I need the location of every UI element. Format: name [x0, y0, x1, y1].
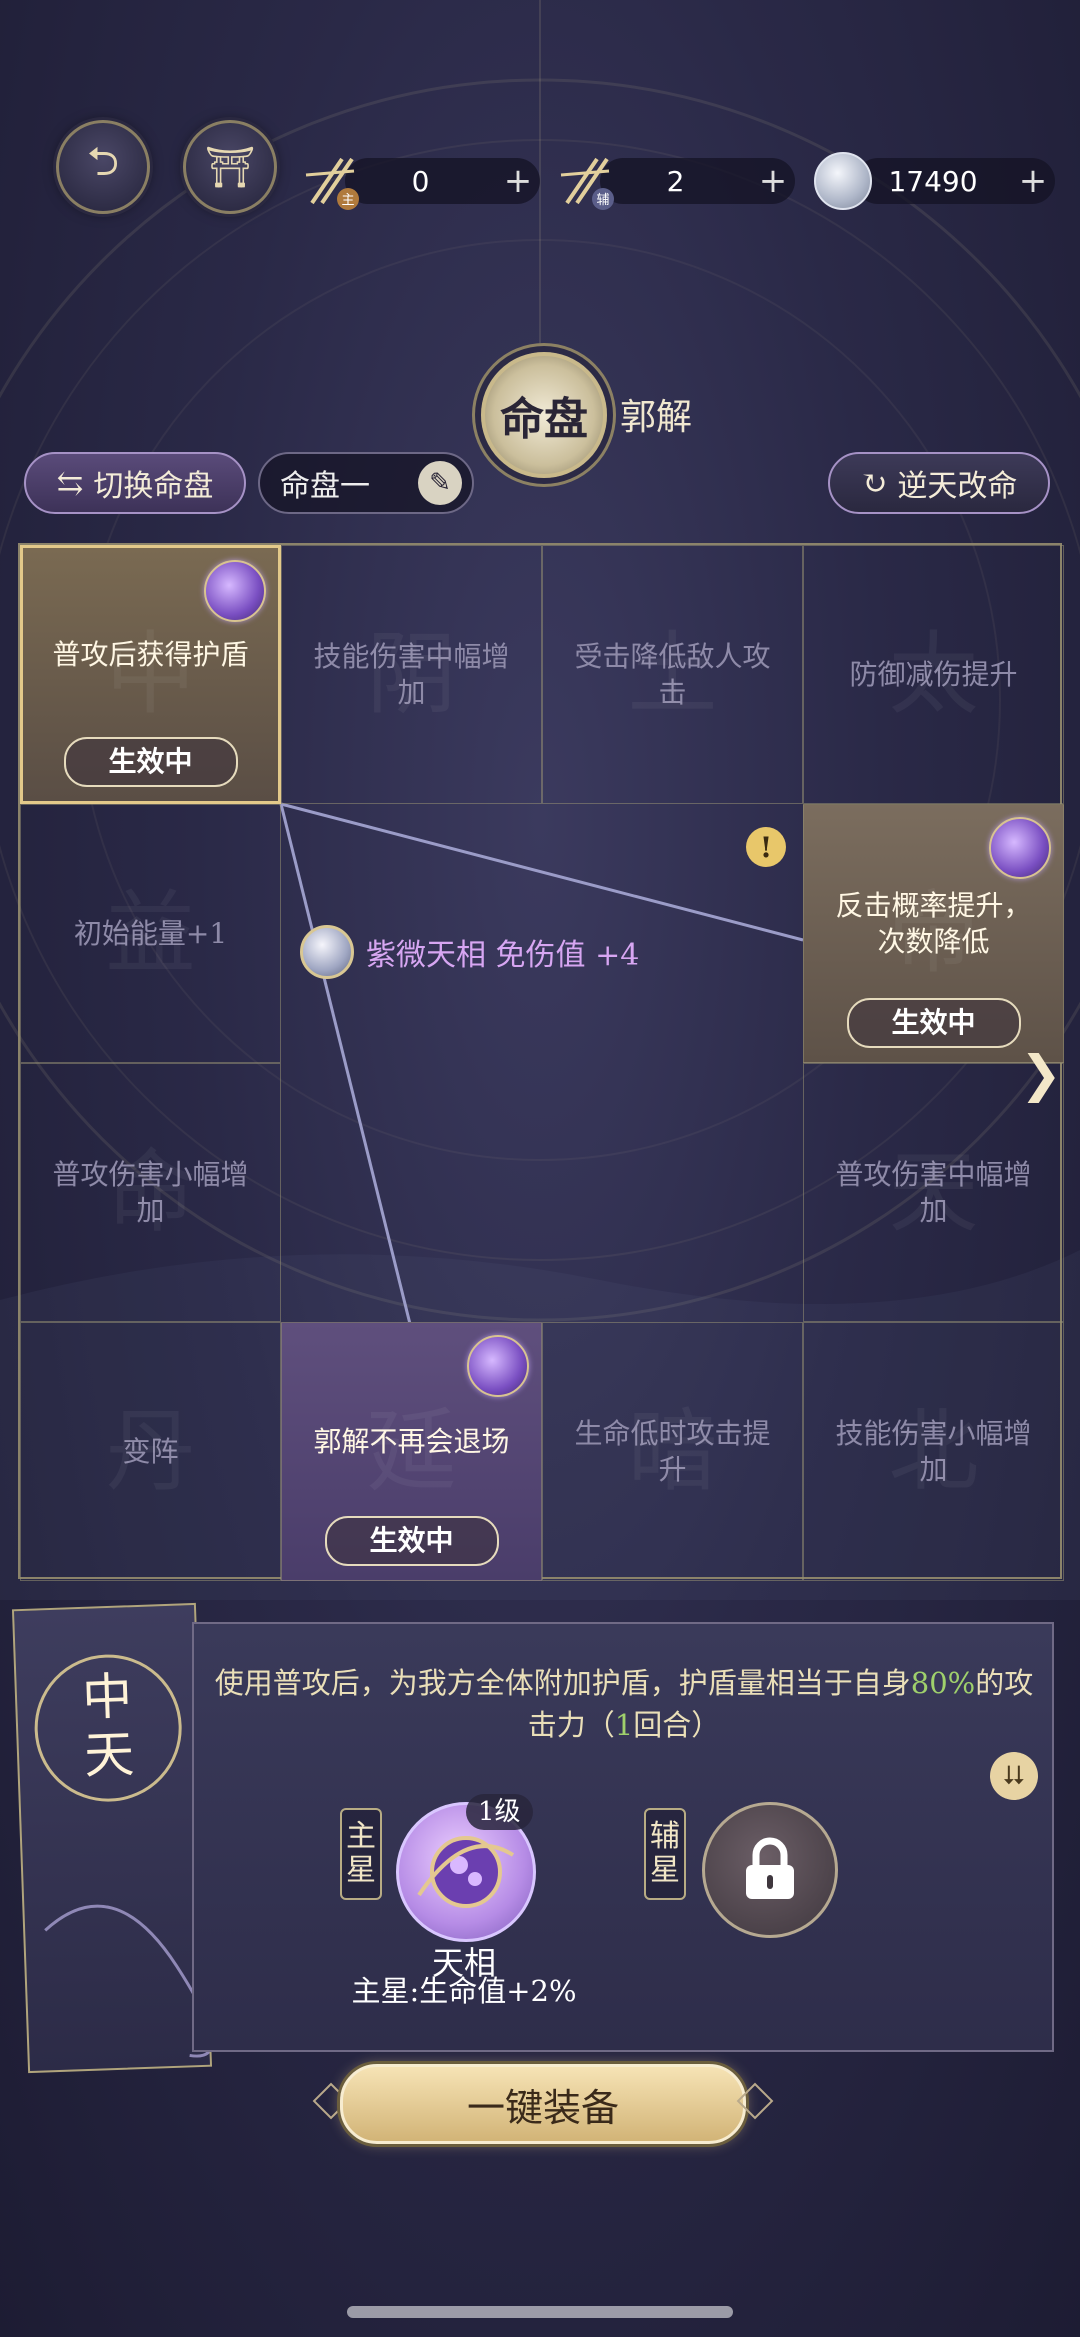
aux-token-value: 2 [666, 164, 685, 198]
home-indicator[interactable] [347, 2306, 733, 2318]
skill-description: 使用普攻后，为我方全体附加护盾，护盾量相当于自身80%的攻击力（1回合） [214, 1662, 1034, 1746]
chart-cell-10[interactable]: 延 郭解不再会退场 生效中 [281, 1322, 542, 1581]
chart-cell-2[interactable]: 阴 技能伤害中幅增加 [281, 545, 542, 804]
cell-text: 反击概率提升，次数降低 [835, 888, 1032, 958]
chart-cell-12[interactable]: 北 技能伤害小幅增加 [803, 1322, 1064, 1581]
chart-medal: 命盘 [481, 352, 607, 478]
active-badge: 生效中 [63, 737, 238, 787]
chart-cell-9[interactable]: 丹 变阵 [20, 1322, 281, 1581]
active-badge: 生效中 [324, 1516, 499, 1566]
desc-suffix: 回合） [633, 1708, 721, 1742]
chart-name-field[interactable]: 命盘一 ✎ [258, 452, 474, 514]
star-level: 1级 [466, 1794, 533, 1830]
desc-prefix: 使用普攻后，为我方全体附加护盾，护盾量相当于自身 [214, 1666, 911, 1700]
cell-text: 普攻后获得护盾 [52, 637, 249, 671]
slot-card: 中天 [11, 1602, 213, 2074]
svg-text:辅: 辅 [596, 193, 609, 208]
center-bonus-text: 紫微天相 免伤值 +4 [366, 938, 640, 973]
active-badge: 生效中 [846, 998, 1021, 1048]
warning-mark: ! [759, 830, 773, 864]
silver-add-button[interactable]: + [1011, 161, 1055, 201]
back-arrow-icon: ⮌ [86, 139, 120, 185]
cell-text: 受击降低敌人攻击 [574, 639, 771, 709]
star-bonus: 主星:生命值+2% [351, 1974, 577, 2008]
chart-cell-11[interactable]: 暗 生命低时攻击提升 [542, 1322, 803, 1581]
cell-text: 普攻伤害中幅增加 [835, 1157, 1032, 1227]
main-token-add-button[interactable]: + [496, 161, 540, 201]
chevron-right-icon[interactable]: ❯ [1020, 1045, 1062, 1103]
chart-cell-4[interactable]: 太 防御减伤提升 [803, 545, 1064, 804]
cell-text: 技能伤害中幅增加 [313, 639, 510, 709]
switch-chart-label: 切换命盘 [93, 469, 214, 504]
main-star-token-icon: 主 [295, 146, 365, 216]
cell-text: 郭解不再会退场 [313, 1424, 510, 1458]
cell-text: 技能伤害小幅增加 [835, 1416, 1032, 1486]
cell-text: 生命低时攻击提升 [574, 1416, 771, 1486]
cell-text: 防御减伤提升 [849, 657, 1018, 691]
svg-text:主: 主 [341, 193, 354, 208]
aux-token-counter: 2 + [600, 158, 795, 204]
one-click-equip-button[interactable]: 一键装备 [340, 2064, 746, 2144]
center-bonus: 紫微天相 免伤值 +4 [300, 925, 639, 979]
aux-star-token-icon: 辅 [550, 146, 620, 216]
silver-counter: 17490 + [855, 158, 1055, 204]
warning-icon[interactable]: ! [746, 827, 786, 867]
switch-chart-button[interactable]: ⇆ 切换命盘 [24, 452, 246, 514]
desc-turns: 1 [614, 1708, 634, 1742]
expand-button[interactable]: ⮇ [990, 1752, 1038, 1800]
pavilion-button[interactable]: ⛩ [183, 120, 277, 214]
chart-cell-6[interactable]: 帝 反击概率提升，次数降低 生效中 [803, 804, 1064, 1063]
pavilion-icon: ⛩ [204, 144, 256, 191]
character-name: 郭解 [620, 397, 693, 438]
silver-value: 17490 [888, 164, 978, 198]
mirror-icon [300, 925, 354, 979]
back-button[interactable]: ⮌ [56, 120, 150, 214]
detail-panel: 使用普攻后，为我方全体附加护盾，护盾量相当于自身80%的攻击力（1回合） ⮇ 主… [192, 1622, 1054, 2052]
chart-cell-7[interactable]: 命 普攻伤害小幅增加 [20, 1063, 281, 1322]
silver-coin-icon [814, 152, 872, 210]
main-token-value: 0 [411, 164, 430, 198]
cell-text: 变阵 [122, 1434, 179, 1468]
star-orb-icon [204, 560, 266, 622]
lock-icon [746, 1837, 794, 1899]
aux-star-label: 辅星 [644, 1808, 686, 1900]
chart-medal-text: 命盘 [500, 394, 588, 445]
chart-cell-1[interactable]: 中 普攻后获得护盾 生效中 [20, 545, 281, 804]
main-token-counter: 0 + [345, 158, 540, 204]
slot-name: 中天 [81, 1667, 136, 1785]
fate-chart-grid: 中 普攻后获得护盾 生效中 阴 技能伤害中幅增加 土 受击降低敌人攻击 太 防御… [18, 543, 1064, 1581]
reverse-fate-button[interactable]: ↻ 逆天改命 [828, 452, 1050, 514]
chart-cell-3[interactable]: 土 受击降低敌人攻击 [542, 545, 803, 804]
swap-icon: ⇆ [56, 464, 84, 502]
aux-token-add-button[interactable]: + [751, 161, 795, 201]
star-orb-icon [467, 1335, 529, 1397]
cell-text: 普攻伤害小幅增加 [52, 1157, 249, 1227]
desc-percent: 80% [910, 1666, 976, 1700]
equip-label: 一键装备 [466, 2085, 619, 2130]
aux-star-slot-locked[interactable] [702, 1802, 838, 1938]
reverse-fate-label: 逆天改命 [897, 469, 1018, 504]
brush-edit-icon[interactable]: ✎ [418, 461, 462, 505]
main-star-label: 主星 [340, 1808, 382, 1900]
star-orb-icon [989, 817, 1051, 879]
chevron-down-icon: ⮇ [1003, 1760, 1025, 1791]
reverse-fate-icon: ↻ [860, 464, 888, 502]
chart-cell-5[interactable]: 益 初始能量+1 [20, 804, 281, 1063]
cell-text: 初始能量+1 [73, 916, 228, 950]
chart-name-value: 命盘一 [280, 469, 370, 504]
